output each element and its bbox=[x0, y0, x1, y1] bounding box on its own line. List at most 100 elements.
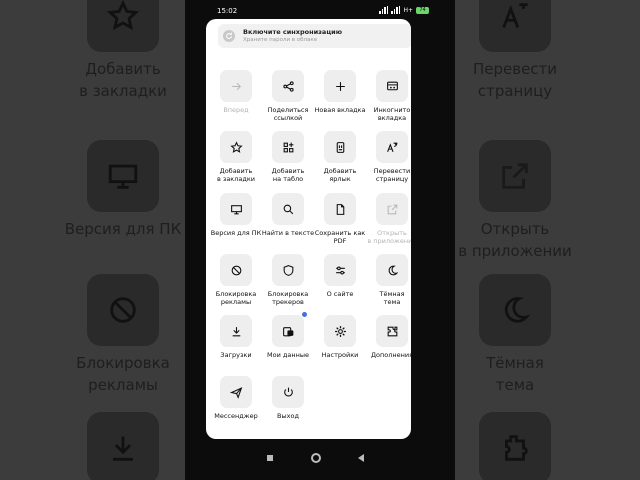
bg-label: Версия для ПК bbox=[64, 220, 182, 238]
menu-item-label: О сайте bbox=[326, 290, 354, 298]
menu-item-desktop[interactable]: Версия для ПК bbox=[206, 193, 266, 237]
menu-item-my-data[interactable]: Мои данные bbox=[258, 312, 318, 359]
menu-item-translate[interactable]: Перевести страницу bbox=[362, 131, 411, 183]
moon-icon bbox=[504, 297, 531, 323]
download-icon bbox=[113, 436, 133, 461]
share-icon bbox=[282, 80, 294, 92]
menu-item-label: Перевести страницу bbox=[373, 167, 411, 183]
bg-item-downloads bbox=[43, 412, 185, 480]
network-type: H+ bbox=[403, 6, 413, 14]
menu-item-gear[interactable]: Настройки bbox=[310, 315, 370, 359]
menu-item-label: Мессенджер bbox=[214, 412, 258, 420]
menu-item-label: Поделиться ссылкой bbox=[267, 106, 309, 122]
menu-tile bbox=[324, 315, 356, 347]
open-external-icon bbox=[502, 163, 528, 189]
menu-item-label: Блокировка трекеров bbox=[267, 290, 309, 306]
phone-screen: 15:02 H+ 74 Включите синхронизацию Храни… bbox=[185, 0, 455, 480]
menu-item-incognito[interactable]: Инкогнито вкладка bbox=[362, 70, 411, 122]
menu-item-share[interactable]: Поделиться ссылкой bbox=[258, 70, 318, 122]
menu-item-label: Инкогнито вкладка bbox=[373, 106, 411, 122]
menu-item-label: Выход bbox=[277, 412, 299, 420]
block-icon bbox=[110, 297, 136, 323]
signal-icon bbox=[391, 6, 401, 14]
bg-item-bookmark: Добавить в закладки bbox=[43, 0, 185, 102]
menu-item-puzzle[interactable]: Дополнения bbox=[362, 315, 411, 359]
battery-icon: 74 bbox=[416, 6, 429, 14]
menu-item-download[interactable]: Загрузки bbox=[206, 315, 266, 359]
menu-item-grid-plus[interactable]: Добавить на табло bbox=[258, 131, 318, 183]
bg-item-extensions bbox=[455, 412, 595, 480]
menu-tile bbox=[376, 193, 408, 225]
bg-tile bbox=[87, 274, 159, 346]
menu-item-search[interactable]: Найти в тексте bbox=[258, 193, 318, 237]
menu-item-shortcut[interactable]: Добавить ярлык bbox=[310, 131, 370, 183]
bg-tile bbox=[479, 140, 551, 212]
menu-item-document[interactable]: Сохранить как PDF bbox=[310, 193, 370, 245]
bg-tile bbox=[479, 274, 551, 346]
sync-icon bbox=[223, 30, 235, 42]
download-icon bbox=[232, 326, 240, 336]
circle-icon bbox=[311, 453, 321, 463]
menu-item-label: Тёмная тема bbox=[379, 290, 405, 306]
menu-tile bbox=[220, 70, 252, 102]
menu-item-label: Блокировка рекламы bbox=[215, 290, 257, 306]
grid-plus-icon bbox=[283, 142, 293, 152]
back-button[interactable] bbox=[351, 448, 371, 468]
background-left-zoom: Добавить в закладки Версия для ПК Блокир… bbox=[0, 0, 185, 480]
bg-tile bbox=[479, 0, 551, 52]
android-nav-bar bbox=[185, 440, 455, 480]
menu-tile bbox=[324, 254, 356, 286]
puzzle-icon bbox=[387, 326, 397, 336]
desktop-icon bbox=[108, 164, 138, 189]
bg-label: Добавить в закладки bbox=[79, 60, 167, 100]
menu-tile bbox=[272, 254, 304, 286]
menu-tile bbox=[272, 70, 304, 102]
desktop-icon bbox=[230, 204, 242, 214]
menu-tile bbox=[376, 315, 408, 347]
bg-item-translate: Перевести страницу bbox=[455, 0, 595, 102]
plus-icon bbox=[335, 81, 345, 91]
menu-item-shield[interactable]: Блокировка трекеров bbox=[258, 254, 318, 306]
home-button[interactable] bbox=[306, 448, 326, 468]
menu-tile bbox=[272, 312, 307, 347]
menu-tile bbox=[220, 315, 252, 347]
bg-tile bbox=[87, 0, 159, 52]
refresh-icon bbox=[226, 32, 232, 39]
menu-tile bbox=[272, 193, 304, 225]
signal-icon bbox=[379, 6, 389, 14]
menu-item-label: Добавить в закладки bbox=[216, 167, 256, 183]
send-icon bbox=[229, 386, 242, 399]
menu-item-label: Настройки bbox=[321, 351, 359, 359]
menu-item-plus[interactable]: Новая вкладка bbox=[310, 70, 370, 114]
bg-label: Тёмная тема bbox=[486, 354, 544, 394]
power-icon bbox=[283, 387, 293, 396]
bg-label: Блокировка рекламы bbox=[76, 354, 170, 394]
sync-banner[interactable]: Включите синхронизацию Храните пароли в … bbox=[218, 24, 411, 48]
menu-item-star[interactable]: Добавить в закладки bbox=[206, 131, 266, 183]
menu-item-arrow-right[interactable]: Вперед bbox=[206, 70, 266, 114]
shield-icon bbox=[283, 264, 293, 276]
menu-tile bbox=[324, 193, 356, 225]
menu-item-send[interactable]: Мессенджер bbox=[206, 376, 266, 420]
bg-item-open-app: Открыть в приложении bbox=[455, 140, 595, 262]
menu-tile bbox=[220, 193, 252, 225]
menu-item-power[interactable]: Выход bbox=[258, 376, 318, 420]
bg-tile bbox=[87, 140, 159, 212]
menu-tile bbox=[324, 131, 356, 163]
sync-subtitle: Храните пароли в облаке bbox=[243, 37, 318, 43]
menu-item-open-external[interactable]: Открыть в приложении bbox=[362, 193, 411, 245]
bg-tile bbox=[87, 412, 159, 480]
menu-item-block[interactable]: Блокировка рекламы bbox=[206, 254, 266, 306]
menu-item-label: Новая вкладка bbox=[314, 106, 366, 114]
background-right-zoom: Перевести страницу Открыть в приложении … bbox=[455, 0, 640, 480]
menu-item-label: Добавить на табло bbox=[271, 167, 305, 183]
recent-apps-button[interactable] bbox=[260, 448, 280, 468]
moon-icon bbox=[388, 265, 398, 275]
menu-item-moon[interactable]: Тёмная тема bbox=[362, 254, 411, 306]
open-external-icon bbox=[387, 204, 397, 214]
menu-item-label: Вперед bbox=[223, 106, 249, 114]
menu-item-label: Версия для ПК bbox=[210, 229, 262, 237]
menu-item-label: Найти в тексте bbox=[261, 229, 315, 237]
menu-item-sliders[interactable]: О сайте bbox=[310, 254, 370, 298]
menu-item-label: Сохранить как PDF bbox=[314, 229, 366, 245]
